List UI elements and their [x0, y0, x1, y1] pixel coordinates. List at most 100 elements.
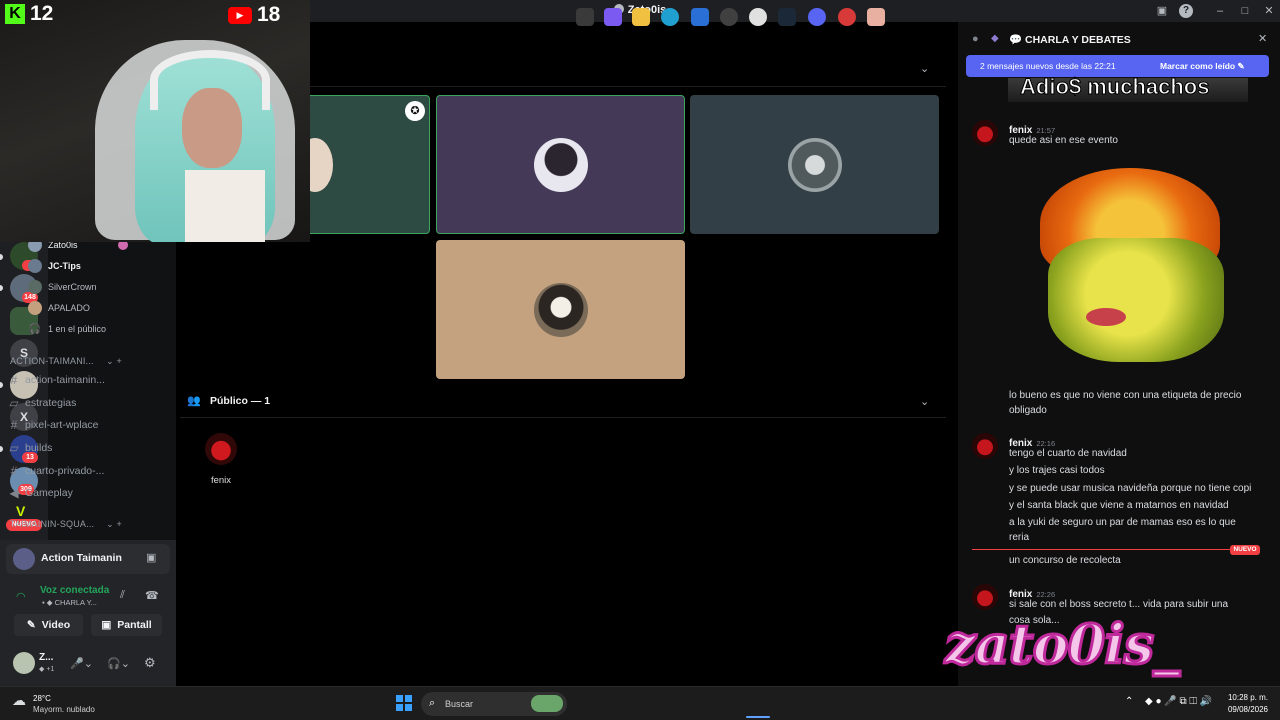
screen-icon: ▣: [101, 619, 112, 631]
start-tile: [405, 695, 412, 702]
voice-channel-link[interactable]: ▪ ◆ CHARLA Y...: [42, 598, 97, 607]
microphone-icon[interactable]: 🎤⌄: [70, 657, 93, 670]
message-text: un concurso de recolecta: [1009, 555, 1121, 566]
steam-icon[interactable]: [778, 8, 796, 26]
search-icon: ⌕: [429, 697, 436, 709]
voice-user[interactable]: JC-Tips: [28, 257, 128, 275]
close-window-button[interactable]: ✕: [1262, 4, 1276, 18]
add-channel-icon[interactable]: ⌄ +: [106, 519, 122, 530]
start-tile: [396, 695, 403, 702]
speaker-tile[interactable]: ✪: [297, 95, 430, 234]
channel-item[interactable]: ▱ builds: [8, 438, 122, 458]
inbox-icon[interactable]: ▣: [1155, 4, 1169, 18]
weather-desc[interactable]: Mayorm. nublado: [33, 705, 95, 714]
active-indicator: [746, 716, 770, 718]
message-avatar[interactable]: [972, 433, 998, 459]
user-avatar[interactable]: [13, 652, 35, 674]
weather-icon[interactable]: ☁: [12, 692, 26, 709]
avatar: [28, 301, 42, 315]
youtube-viewers: 18: [257, 3, 281, 26]
collapse-chevron-icon[interactable]: ⌄: [920, 395, 929, 408]
video-button[interactable]: ✎ Video: [14, 614, 83, 636]
channel-item[interactable]: ▱ estrategias: [8, 393, 122, 413]
image-embed[interactable]: [1020, 168, 1230, 364]
add-channel-icon[interactable]: ⌄ +: [106, 356, 122, 367]
speaker-tile[interactable]: [690, 95, 939, 234]
message-avatar[interactable]: [972, 584, 998, 610]
watermark-logo: zato0is_: [943, 611, 1181, 678]
category-header[interactable]: TAIMAININ-SQUA... ⌄ +: [10, 519, 122, 530]
message-text: tengo el cuarto de navidad: [1009, 448, 1127, 459]
headphones-icon: 🎧: [28, 323, 42, 335]
audience-name: fenix: [210, 475, 232, 486]
voice-user[interactable]: SilverCrown: [28, 278, 128, 296]
app-icon-red[interactable]: [838, 8, 856, 26]
hash-icon: #: [10, 418, 18, 432]
message-text: y el santa black que viene a matarnos en…: [1009, 500, 1229, 511]
search-highlight-icon: [531, 695, 563, 712]
message-text: y se puede usar musica navideña porque n…: [1009, 483, 1252, 494]
edge-icon[interactable]: [661, 8, 679, 26]
signal-icon: ◠: [16, 591, 26, 603]
help-icon[interactable]: ?: [1179, 4, 1193, 18]
maximize-button[interactable]: □: [1238, 4, 1252, 18]
hash-icon: #: [10, 373, 18, 387]
avatar: [28, 259, 42, 273]
app-icon[interactable]: [720, 8, 738, 26]
disconnect-icon[interactable]: ☎: [145, 589, 159, 602]
headphones-toggle-icon[interactable]: 🎧⌄: [107, 657, 130, 670]
screen-share-icon[interactable]: ▣: [146, 551, 156, 564]
avatar: [787, 137, 842, 192]
voice-user[interactable]: APALADO: [28, 299, 128, 317]
mark-read-button[interactable]: Marcar como leído ✎: [1160, 61, 1245, 72]
channel-item[interactable]: # cuarto-privado-...: [8, 461, 122, 481]
taskbar: [0, 686, 1280, 720]
noise-suppression-icon[interactable]: ⫽: [120, 589, 125, 602]
file-explorer-icon[interactable]: [632, 8, 650, 26]
chat-title: 💬 CHARLA Y DEBATES: [1009, 34, 1131, 46]
audience-avatar[interactable]: [205, 433, 237, 465]
store-icon[interactable]: [691, 8, 709, 26]
collapse-chevron-icon[interactable]: ⌄: [920, 62, 929, 75]
minimize-button[interactable]: –: [1213, 4, 1227, 18]
webcam-overlay: [0, 0, 310, 242]
forum-icon: ▱: [9, 396, 19, 410]
clock-date[interactable]: 09/08/2026: [1222, 705, 1268, 714]
weather-temp[interactable]: 28°C: [33, 694, 51, 703]
audience-icon: 👥: [187, 395, 201, 407]
shirt-shape: [185, 170, 265, 242]
channel-item[interactable]: # pixel-art-wplace: [8, 415, 122, 435]
speaker-tile[interactable]: [436, 240, 685, 379]
divider: [180, 417, 946, 418]
audience-count[interactable]: 🎧 1 en el público: [28, 320, 128, 338]
kick-viewers: 12: [30, 2, 54, 25]
close-chat-button[interactable]: ✕: [1258, 32, 1267, 45]
message-avatar[interactable]: [972, 120, 998, 146]
tray-icons[interactable]: ◆ ● 🎤 ⧉ ◫ 🔊: [1145, 696, 1212, 707]
screen-share-button[interactable]: ▣ Pantall: [91, 614, 162, 636]
game-icon[interactable]: [867, 8, 885, 26]
user-substatus: ◆ +1: [39, 666, 55, 673]
channel-item[interactable]: # action-taimanin...: [8, 370, 122, 390]
avatar: [533, 137, 588, 192]
category-header[interactable]: ACTION-TAIMANI... ⌄ +: [10, 356, 122, 367]
settings-gear-icon[interactable]: ⚙: [144, 655, 156, 671]
start-tile: [396, 704, 403, 711]
chrome-icon[interactable]: [749, 8, 767, 26]
start-tile: [405, 704, 412, 711]
task-view-icon[interactable]: [576, 8, 594, 26]
copilot-icon[interactable]: [604, 8, 622, 26]
clock-time[interactable]: 10:28 p. m.: [1226, 693, 1268, 702]
discord-icon[interactable]: [808, 8, 826, 26]
search-placeholder: Buscar: [445, 699, 474, 709]
tray-chevron-icon[interactable]: ⌃: [1125, 696, 1133, 707]
start-button[interactable]: [396, 695, 412, 711]
voice-status[interactable]: Voz conectada: [40, 585, 109, 596]
new-messages-text: 2 mensajes nuevos desde las 22:21: [980, 61, 1116, 71]
camera-icon: ✎: [26, 619, 36, 631]
message-text: quede asi en ese evento: [1009, 135, 1118, 146]
channel-item[interactable]: ◀ Gameplay: [8, 483, 122, 503]
face-shape: [1048, 238, 1224, 362]
server-icon-9[interactable]: V: [16, 504, 32, 518]
speaker-tile[interactable]: [436, 95, 685, 234]
